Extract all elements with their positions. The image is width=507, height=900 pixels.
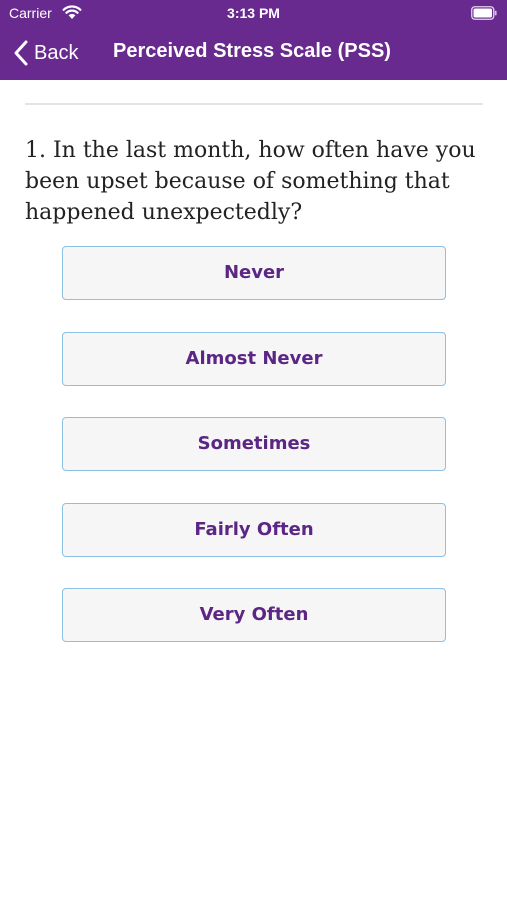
page-title: Perceived Stress Scale (PSS) <box>113 40 391 62</box>
status-bar: Carrier 3:13 PM <box>0 0 507 28</box>
back-button[interactable]: Back <box>12 38 78 68</box>
status-time: 3:13 PM <box>227 5 280 21</box>
navigation-bar: Back Perceived Stress Scale (PSS) <box>0 28 507 80</box>
top-bar: Carrier 3:13 PM Back Perceived Stress Sc… <box>0 0 507 80</box>
question-text: 1. In the last month, how often have you… <box>25 138 476 225</box>
divider <box>25 103 483 105</box>
answer-never-button[interactable]: Never <box>62 246 446 300</box>
answer-almost-never-button[interactable]: Almost Never <box>62 331 446 386</box>
back-label: Back <box>34 41 79 64</box>
answer-fairly-often-button[interactable]: Fairly Often <box>62 502 446 557</box>
chevron-left-icon <box>12 39 30 67</box>
answer-options: Never Almost Never Sometimes Fairly Ofte… <box>62 246 446 674</box>
battery-icon <box>471 6 497 20</box>
answer-very-often-button[interactable]: Very Often <box>62 588 446 642</box>
answer-sometimes-button[interactable]: Sometimes <box>62 417 446 471</box>
